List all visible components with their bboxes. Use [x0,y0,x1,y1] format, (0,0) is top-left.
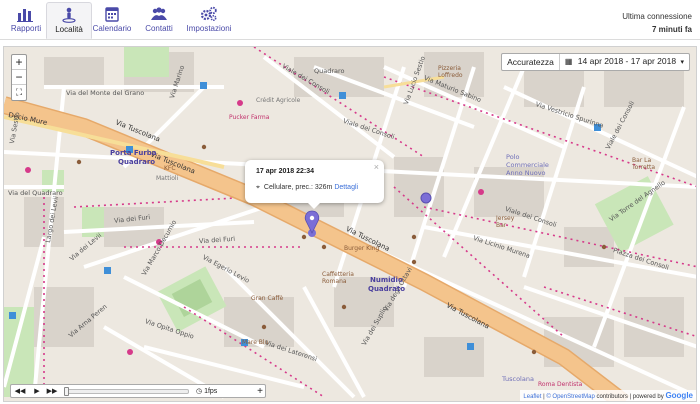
map-label: Bar La Torretta [632,157,656,171]
top-navigation: Rapporti Località Calendario Contatti Im… [0,0,700,40]
popup-accuracy-text: Cellulare, prec.: 326m [263,184,333,191]
accuracy-dropdown[interactable]: Accuratezza [502,54,560,70]
tab-rapporti[interactable]: Rapporti [3,2,49,39]
location-popup: × 17 apr 2018 22:34 ⌖ Cellulare, prec.: … [245,160,384,209]
leaflet-link[interactable]: Leaflet [523,394,541,400]
calendar-icon: ▦ [564,57,573,66]
last-connection-label: Ultima connessione [622,12,692,21]
popup-time: 17 apr 2018 22:34 [256,168,314,175]
tab-impostazioni[interactable]: Impostazioni [184,2,234,39]
map-label: Mare Blu [242,339,269,346]
playback-control: ◀◀ ▶ ▶▶ ◷ 1fps + [10,384,266,398]
map-label: Quadraro [314,67,345,75]
fullscreen-button[interactable]: ⛶ [12,85,26,100]
map-label: Burger King [344,245,380,252]
location-map[interactable]: Via del Monte del Grano Via Marino Decio… [3,46,697,402]
calendar-icon [105,7,119,22]
tab-calendario[interactable]: Calendario [89,2,135,39]
chevron-down-icon: ▾ [680,59,684,66]
osm-link[interactable]: © OpenStreetMap [546,394,594,400]
attribution-powered: powered by [632,394,664,400]
map-tiles [4,47,696,401]
map-label: Roma Dentista [538,381,583,388]
map-label: Jersey Bar [496,215,515,229]
map-label: Crédit Agricole [256,97,301,104]
popup-close-button[interactable]: × [374,162,379,172]
popup-detail: ⌖ Cellulare, prec.: 326m Dettagli [256,184,358,192]
map-label: Caffetteria Romana [322,271,354,285]
zoom-in-button[interactable]: + [12,55,26,70]
map-label: Via del Monte del Grano [66,89,145,97]
map-label: Quadrato [368,285,405,293]
date-range-value: 14 apr 2018 - 17 apr 2018 [577,56,677,66]
clock-icon: ◷ [196,388,203,395]
tab-label: Contatti [145,24,173,33]
play-icon[interactable]: ▶ [30,385,44,398]
map-attribution: Leaflet | © OpenStreetMap contributors |… [520,390,696,401]
fast-forward-icon[interactable]: ▶▶ [45,385,59,398]
last-connection: Ultima connessione 7 minuti fa [622,10,692,36]
contacts-icon [151,7,167,20]
fps-selector[interactable]: ◷ 1fps [196,385,217,398]
popup-tip [308,203,320,209]
tab-label: Impostazioni [186,24,232,33]
tab-label: Località [55,25,83,34]
playback-slider-handle[interactable] [64,387,69,396]
tab-label: Rapporti [10,24,42,33]
map-label: Numidio [370,276,403,284]
map-label: Tuscolana [502,375,534,383]
map-label: Gran Caffè [251,295,284,302]
tab-contatti[interactable]: Contatti [136,2,182,39]
popup-details-link[interactable]: Dettagli [334,184,358,191]
map-label: Mattioli [156,175,179,182]
rewind-icon[interactable]: ◀◀ [13,385,27,398]
playback-zoom-button[interactable]: + [257,385,263,398]
google-logo: Google [665,391,693,400]
attribution-contributors: contributors [596,394,628,400]
accuracy-label: Accuratezza [507,57,554,67]
date-range-picker[interactable]: ▦ 14 apr 2018 - 17 apr 2018 ▾ [560,53,689,71]
map-filter: Accuratezza ▦ 14 apr 2018 - 17 apr 2018 … [501,53,690,71]
fps-value: 1fps [204,388,218,395]
bar-chart-icon [17,9,33,22]
crosshair-icon: ⌖ [256,184,260,191]
tab-localita[interactable]: Località [46,2,92,39]
map-label: Quadraro [118,158,156,166]
map-label: Pucker Farma [229,114,270,121]
tab-label: Calendario [92,24,132,33]
person-location-icon [62,7,76,23]
map-label: Pizzeria Loffredo [438,65,463,79]
playback-slider[interactable] [64,387,189,396]
map-label: Porta Furba [110,149,157,157]
last-connection-value: 7 minuti fa [651,25,692,34]
map-label: KFC [164,165,176,172]
gears-icon [200,6,217,22]
zoom-out-button[interactable]: − [12,70,26,85]
map-label: Polo Commerciale Anno Nuovo [506,153,549,177]
zoom-control: + − ⛶ [11,54,27,101]
